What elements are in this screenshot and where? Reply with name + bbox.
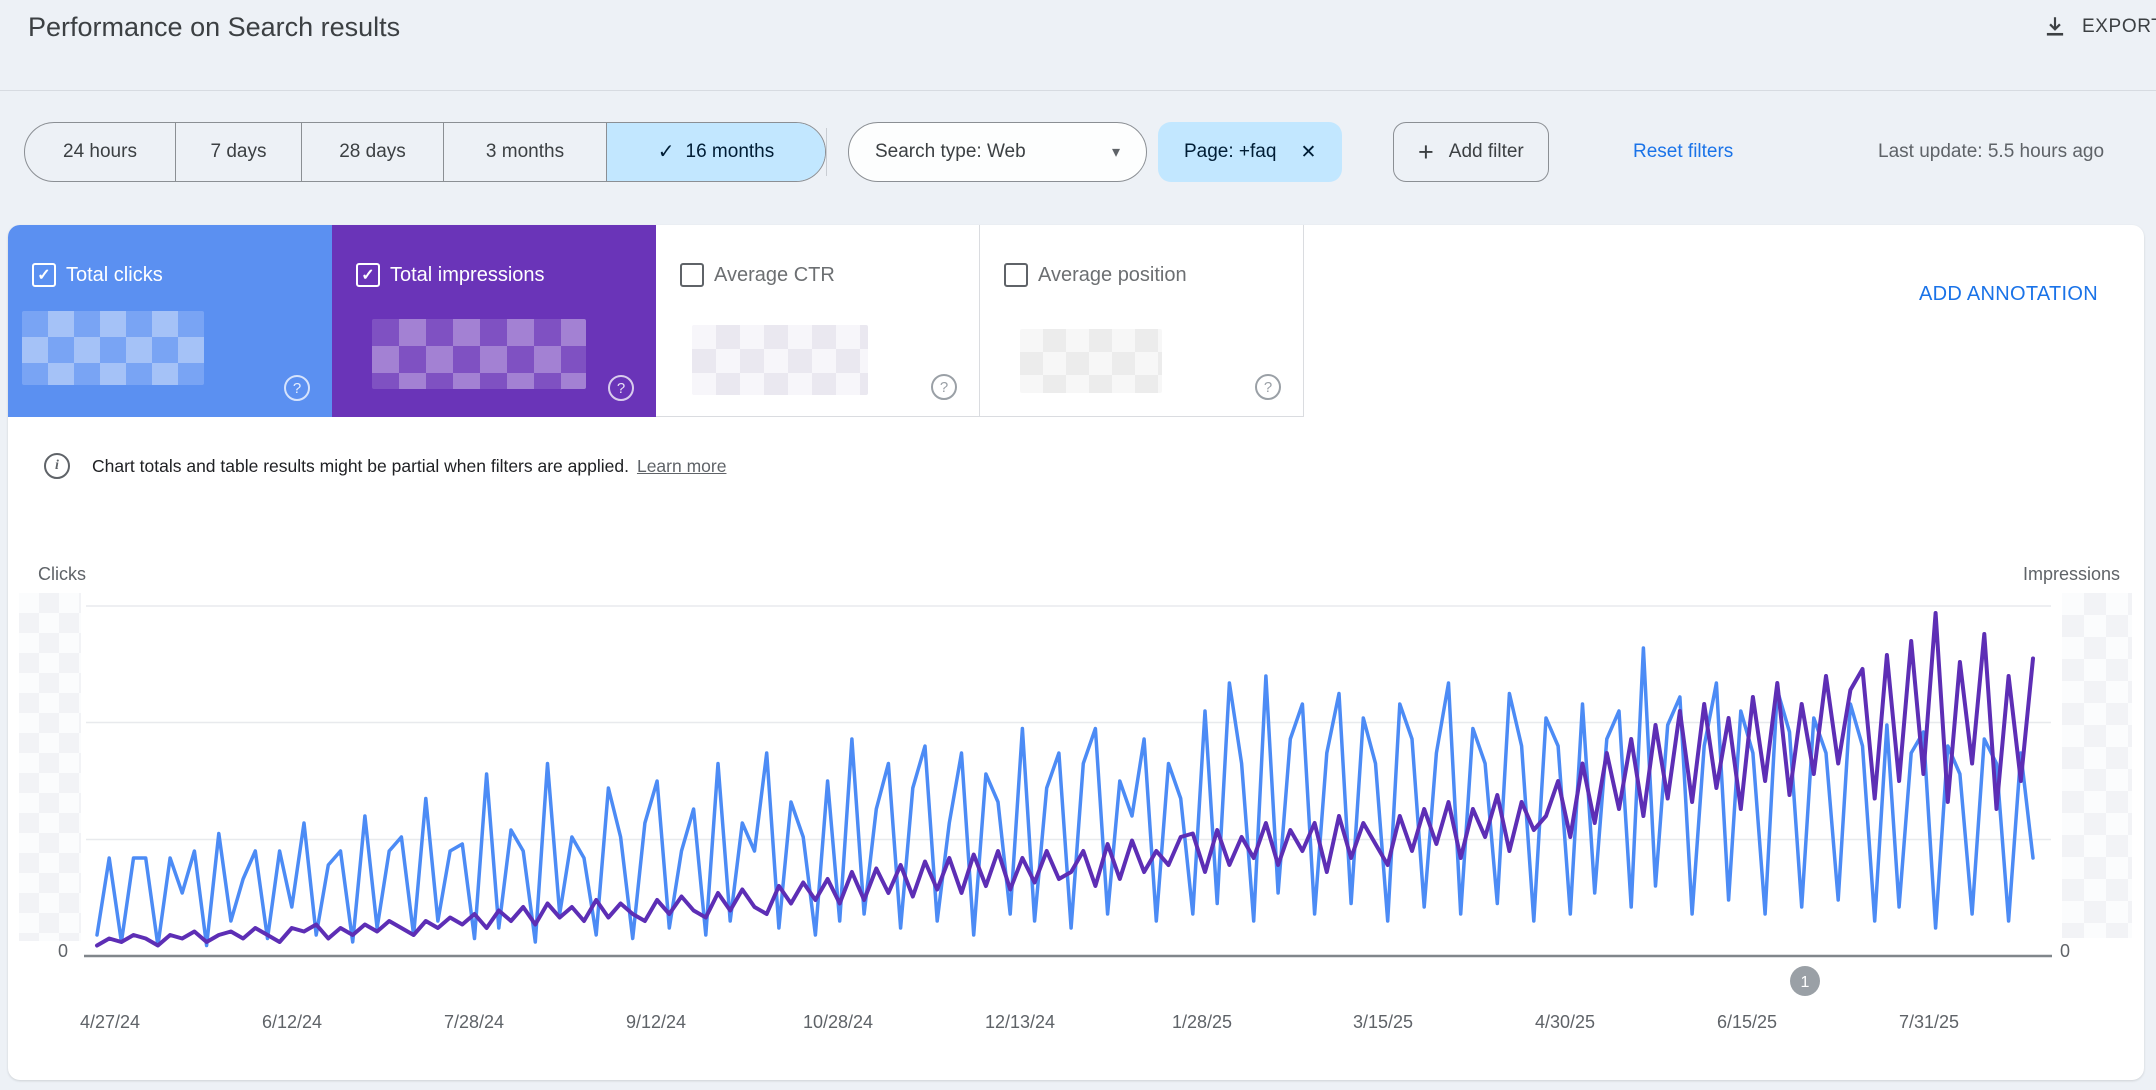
redacted-metric-value — [22, 311, 204, 385]
date-range-segmented-control: 24 hours 7 days 28 days 3 months ✓ 16 months — [24, 122, 826, 182]
date-range-option-24-hours[interactable]: 24 hours — [25, 123, 175, 181]
export-label: EXPORT — [2082, 16, 2156, 37]
close-icon[interactable]: ✕ — [1300, 143, 1316, 162]
chevron-down-icon: ▾ — [1111, 144, 1120, 161]
search-console-performance-page: { "header": { "title": "Performance on S… — [0, 0, 2156, 1090]
x-tick-label: 10/28/24 — [802, 1012, 874, 1032]
left-axis-title: Clicks — [38, 564, 86, 584]
help-icon[interactable]: ? — [1255, 374, 1281, 400]
add-filter-label: Add filter — [1448, 141, 1524, 162]
metric-label: Total impressions — [390, 264, 545, 286]
checkbox-unchecked-icon[interactable] — [1004, 263, 1028, 287]
date-range-label: 28 days — [339, 141, 406, 162]
redacted-right-axis-labels — [2062, 593, 2132, 938]
date-range-option-7-days[interactable]: 7 days — [175, 123, 301, 181]
add-annotation-link[interactable]: ADD ANNOTATION — [1919, 283, 2098, 306]
info-icon: i — [44, 453, 70, 479]
checkbox-unchecked-icon[interactable] — [680, 263, 704, 287]
metric-card-total-clicks[interactable]: ✓ Total clicks ? — [8, 225, 332, 417]
redacted-metric-value — [692, 325, 868, 395]
help-icon[interactable]: ? — [608, 375, 634, 401]
annotation-marker[interactable] — [1790, 966, 1820, 996]
metric-label: Average CTR — [714, 264, 835, 286]
date-range-label: 7 days — [210, 141, 267, 162]
checkbox-checked-icon[interactable]: ✓ — [32, 263, 56, 287]
learn-more-link[interactable]: Learn more — [637, 456, 727, 476]
x-tick-label: 3/15/25 — [1352, 1012, 1414, 1032]
date-range-label: 3 months — [485, 141, 565, 162]
x-tick-label: 12/13/24 — [984, 1012, 1056, 1032]
notice-text: Chart totals and table results might be … — [92, 456, 726, 477]
reset-filters-link[interactable]: Reset filters — [1633, 122, 1733, 182]
metric-label: Total clicks — [66, 264, 163, 286]
metric-label: Average position — [1038, 264, 1187, 286]
help-icon[interactable]: ? — [931, 374, 957, 400]
x-tick-label: 4/27/24 — [79, 1012, 141, 1032]
checkbox-checked-icon[interactable]: ✓ — [356, 263, 380, 287]
last-update-text: Last update: 5.5 hours ago — [1878, 141, 2105, 162]
redacted-left-axis-labels — [19, 593, 81, 941]
redacted-metric-value — [1020, 329, 1162, 393]
check-icon: ✓ — [657, 141, 675, 163]
performance-panel: ✓ Total clicks ? ✓ Total impressions ? A… — [8, 225, 2144, 1080]
x-tick-label: 7/28/24 — [443, 1012, 505, 1032]
date-range-option-16-months[interactable]: ✓ 16 months — [606, 123, 825, 181]
partial-data-notice: i Chart totals and table results might b… — [44, 453, 726, 479]
download-icon — [2042, 14, 2068, 40]
export-button[interactable]: EXPORT — [2042, 14, 2156, 40]
x-tick-label: 7/31/25 — [1898, 1012, 1960, 1032]
x-tick-label: 4/30/25 — [1534, 1012, 1596, 1032]
notice-message: Chart totals and table results might be … — [92, 455, 629, 476]
page-filter-label: Page: +faq — [1184, 141, 1277, 162]
metric-card-average-position[interactable]: Average position ? — [980, 225, 1304, 417]
date-range-label: 24 hours — [63, 141, 137, 162]
help-icon[interactable]: ? — [284, 375, 310, 401]
date-range-label: 16 months — [685, 141, 775, 162]
x-tick-label: 9/12/24 — [625, 1012, 687, 1032]
redacted-metric-value — [372, 319, 586, 389]
page-filter-chip[interactable]: Page: +faq ✕ — [1158, 122, 1343, 182]
metric-cards: ✓ Total clicks ? ✓ Total impressions ? A… — [8, 225, 1304, 417]
metric-card-total-impressions[interactable]: ✓ Total impressions ? — [332, 225, 656, 417]
left-axis-zero: 0 — [58, 941, 69, 961]
header-divider — [0, 90, 2156, 91]
x-tick-label: 6/15/25 — [1716, 1012, 1778, 1032]
date-range-option-3-months[interactable]: 3 months — [443, 123, 606, 181]
search-type-dropdown[interactable]: Search type: Web ▾ — [848, 122, 1147, 182]
add-filter-button[interactable]: + Add filter — [1393, 122, 1549, 182]
right-axis-zero: 0 — [2060, 941, 2071, 961]
filter-row-divider — [826, 128, 827, 176]
x-tick-label: 6/12/24 — [261, 1012, 323, 1032]
plus-icon: + — [1418, 136, 1434, 167]
search-type-label: Search type: Web — [875, 141, 1026, 162]
metric-card-average-ctr[interactable]: Average CTR ? — [656, 225, 980, 417]
date-range-option-28-days[interactable]: 28 days — [301, 123, 443, 181]
page-title: Performance on Search results — [28, 12, 401, 42]
right-axis-title: Impressions — [2022, 564, 2120, 584]
x-tick-label: 1/28/25 — [1171, 1012, 1233, 1032]
